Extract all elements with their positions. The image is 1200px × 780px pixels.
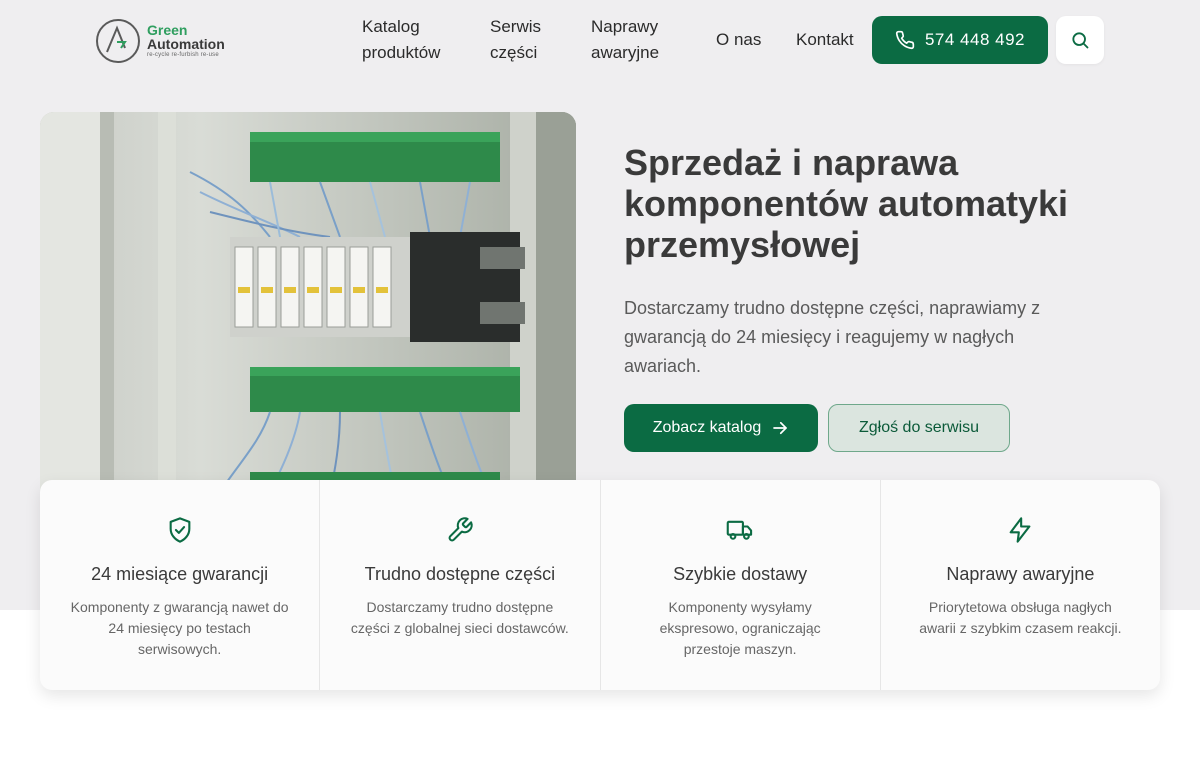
hero-description: Dostarczamy trudno dostępne części, napr… [624, 298, 1041, 376]
nav-item-about[interactable]: O nas [716, 27, 761, 53]
search-button[interactable] [1056, 16, 1104, 64]
nav-item-emergency-repairs[interactable]: Naprawy awaryjne [591, 14, 659, 66]
nav-item-parts-service[interactable]: Serwis części [490, 14, 541, 66]
feature-desc: Priorytetowa obsługa nagłych awarii z sz… [919, 599, 1122, 636]
feature-rare-parts: Trudno dostępne części Dostarczamy trudn… [320, 480, 601, 690]
features-panel: 24 miesiące gwarancji Komponenty z gwara… [40, 480, 1160, 690]
view-catalog-button[interactable]: Zobacz katalog [624, 404, 818, 452]
hero-title: Sprzedaż i naprawa komponentów automatyk… [624, 142, 1069, 265]
report-service-label: Zgłoś do serwisu [858, 419, 980, 436]
lightning-icon [1009, 517, 1031, 543]
phone-icon [895, 30, 915, 50]
feature-title: Szybkie dostawy [673, 564, 808, 584]
feature-desc: Komponenty wysyłamy ekspresowo, ogranicz… [659, 599, 821, 657]
phone-number: 574 448 492 [924, 30, 1026, 49]
nav-item-catalog[interactable]: Katalog produktów [362, 14, 440, 66]
report-service-button[interactable]: Zgłoś do serwisu [828, 404, 1010, 452]
feature-title: Naprawy awaryjne [946, 564, 1095, 584]
hero-image [40, 112, 576, 492]
logo-text-green: Green [147, 22, 188, 38]
feature-fast-delivery: Szybkie dostawy Komponenty wysyłamy eksp… [601, 480, 881, 690]
truck-icon [726, 520, 753, 540]
feature-desc: Komponenty z gwarancją nawet do 24 miesi… [70, 599, 289, 657]
control-cabinet-illustration [40, 112, 576, 492]
wrench-icon [448, 517, 473, 542]
nav-item-contact[interactable]: Kontakt [796, 27, 854, 53]
feature-desc: Dostarczamy trudno dostępne części z glo… [350, 599, 569, 636]
search-icon [1072, 32, 1089, 49]
feature-emergency-repairs: Naprawy awaryjne Priorytetowa obsługa na… [881, 480, 1160, 690]
logo-text-automation: Automation [147, 36, 225, 52]
logo-mark-icon [96, 19, 140, 63]
view-catalog-label: Zobacz katalog [652, 419, 762, 436]
phone-button[interactable]: 574 448 492 [872, 16, 1048, 64]
feature-title: 24 miesiące gwarancji [91, 564, 269, 584]
feature-warranty: 24 miesiące gwarancji Komponenty z gwara… [40, 480, 321, 690]
feature-title: Trudno dostępne części [364, 564, 556, 584]
site-header: Green Automation re-cycle re-furbish re-… [0, 0, 1200, 80]
shield-check-icon [169, 517, 191, 543]
logo-tagline: re-cycle re-furbish re-use [147, 52, 219, 58]
arrow-right-icon [773, 421, 788, 435]
logo[interactable]: Green Automation re-cycle re-furbish re-… [95, 17, 245, 65]
